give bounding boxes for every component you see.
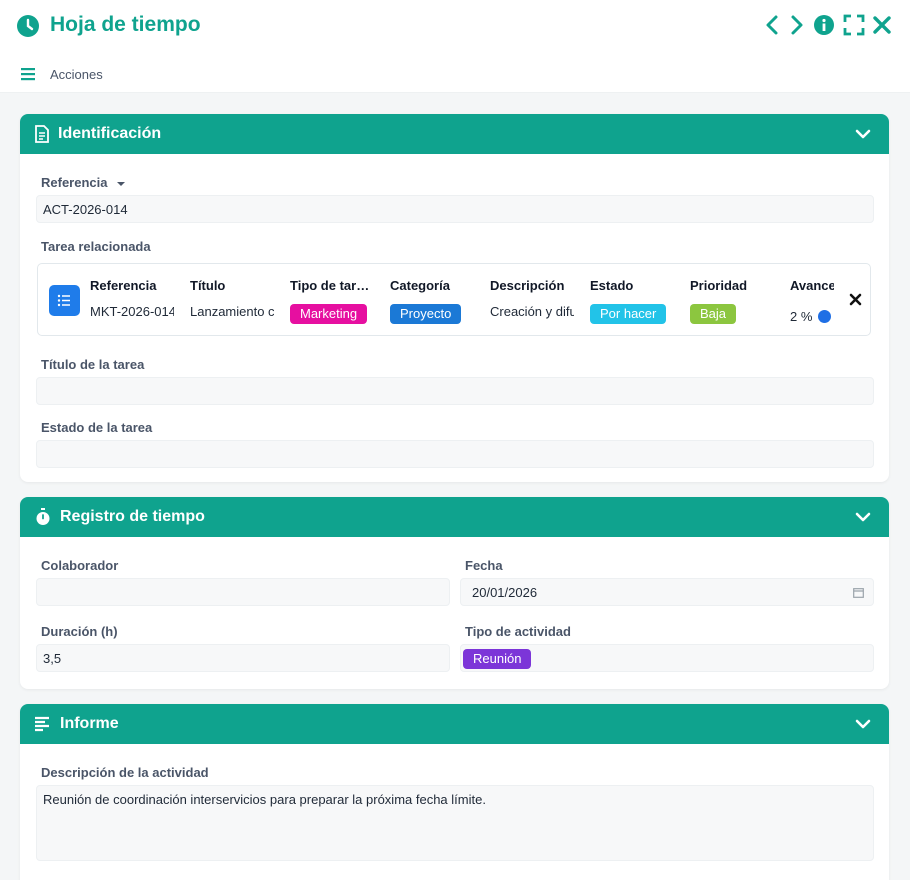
tipo-actividad-field[interactable]: Reunión [460, 644, 874, 672]
chevron-down-icon[interactable] [855, 717, 871, 731]
descripcion-actividad-label: Descripción de la actividad [41, 765, 209, 780]
stopwatch-icon [36, 508, 50, 525]
col-descripcion: Descripción [490, 278, 565, 293]
tipo-actividad-tag: Reunión [463, 649, 532, 669]
chevron-down-icon[interactable] [855, 510, 871, 524]
titulo-tarea-field[interactable] [36, 377, 874, 405]
actions-bar: Acciones [0, 56, 910, 92]
cell-estado: Por hacer [590, 304, 667, 324]
caret-down-icon[interactable] [116, 180, 126, 188]
clock-icon [17, 15, 39, 37]
identificacion-header[interactable]: Identificación [20, 114, 889, 154]
close-icon[interactable] [871, 14, 893, 36]
avance-text: 2 % [790, 309, 813, 324]
col-categoria: Categoría [390, 278, 450, 293]
referencia-label[interactable]: Referencia [41, 175, 126, 190]
cell-prioridad: Baja [690, 304, 737, 324]
col-referencia: Referencia [90, 278, 157, 293]
col-tipo: Tipo de tar… [290, 278, 370, 293]
categoria-tag: Proyecto [390, 304, 462, 324]
fullscreen-icon[interactable] [843, 14, 865, 36]
informe-section: Informe Descripción de la actividad Reun… [20, 704, 889, 880]
registro-section: Registro de tiempo Colaborador Fecha 20/… [20, 497, 889, 689]
fecha-field[interactable]: 20/01/2026 [460, 578, 874, 606]
calendar-icon[interactable] [853, 587, 864, 598]
col-titulo: Título [190, 278, 226, 293]
align-left-icon [35, 716, 49, 732]
referencia-field[interactable]: ACT-2026-014 [36, 195, 874, 223]
info-icon[interactable] [813, 14, 835, 36]
task-list-icon[interactable] [49, 285, 80, 316]
form-content: Identificación Referencia ACT-2026-014 T… [0, 92, 910, 880]
tipo-tag: Marketing [290, 304, 368, 324]
fecha-value: 20/01/2026 [472, 585, 538, 600]
chevron-down-icon[interactable] [855, 127, 871, 141]
fecha-label: Fecha [465, 558, 503, 573]
estado-tarea-label: Estado de la tarea [41, 420, 153, 435]
descripcion-actividad-textarea[interactable]: Reunión de coordinación interservicios p… [36, 785, 874, 861]
registro-header[interactable]: Registro de tiempo [20, 497, 889, 537]
cell-titulo: Lanzamiento campaña [190, 304, 274, 319]
cell-tipo: Marketing [290, 304, 368, 324]
window-header: Hoja de tiempo [0, 0, 910, 52]
cell-referencia[interactable]: MKT-2026-014 [90, 304, 174, 319]
section-title: Informe [60, 715, 119, 732]
col-estado: Estado [590, 278, 634, 293]
page-title: Hoja de tiempo [50, 13, 201, 36]
col-prioridad: Prioridad [690, 278, 748, 293]
titulo-tarea-label: Título de la tarea [41, 357, 145, 372]
chevron-left-icon[interactable] [762, 14, 784, 36]
duracion-field[interactable]: 3,5 [36, 644, 450, 672]
cell-descripcion: Creación y difusión [490, 304, 574, 319]
avance-progress-dot [818, 310, 832, 323]
duracion-label: Duración (h) [41, 624, 118, 639]
actions-menu-label[interactable]: Acciones [50, 67, 103, 82]
cell-categoria: Proyecto [390, 304, 462, 324]
hamburger-menu-icon[interactable] [21, 67, 35, 81]
identificacion-section: Identificación Referencia ACT-2026-014 T… [20, 114, 889, 482]
section-title: Identificación [58, 125, 162, 142]
estado-tag: Por hacer [590, 304, 667, 324]
colaborador-field[interactable] [36, 578, 450, 606]
cell-avance: 2 % [790, 309, 834, 324]
related-task-grid: Referencia Título Tipo de tar… Categoría… [37, 263, 871, 336]
tipo-actividad-label: Tipo de actividad [465, 624, 571, 639]
informe-header[interactable]: Informe [20, 704, 889, 744]
col-avance: Avance [790, 278, 834, 293]
prioridad-tag: Baja [690, 304, 737, 324]
colaborador-label: Colaborador [41, 558, 119, 573]
document-icon [35, 125, 49, 143]
estado-tarea-field[interactable] [36, 440, 874, 468]
remove-row-icon[interactable] [849, 293, 862, 306]
tarea-relacionada-label: Tarea relacionada [41, 239, 151, 254]
chevron-right-icon[interactable] [785, 14, 807, 36]
section-title: Registro de tiempo [60, 508, 205, 525]
